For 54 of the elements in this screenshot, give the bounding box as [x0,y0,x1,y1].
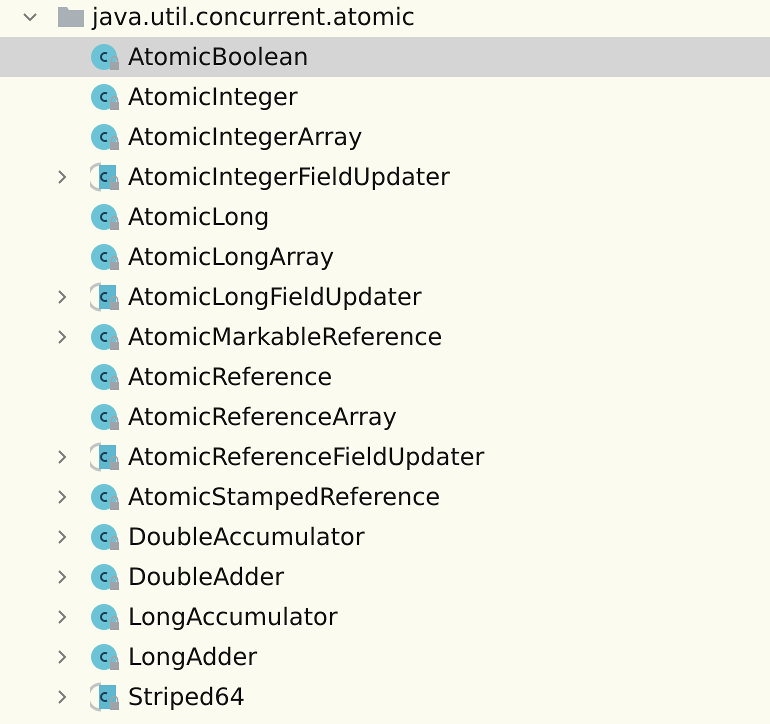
class-icon [90,602,120,632]
tree-row[interactable]: AtomicLong [0,197,770,237]
tree-row[interactable]: Striped64 [0,677,770,717]
tree-row[interactable]: AtomicReference [0,357,770,397]
node-label: AtomicLongFieldUpdater [128,282,422,313]
abstract-class-icon [90,282,120,312]
node-label: AtomicIntegerFieldUpdater [128,162,450,193]
class-icon [90,562,120,592]
abstract-class-icon [90,682,120,712]
node-label: AtomicReferenceFieldUpdater [128,442,484,473]
class-icon [90,522,120,552]
class-icon [90,42,120,72]
node-label: AtomicLong [128,202,270,233]
node-label: DoubleAccumulator [128,522,365,553]
node-label: AtomicIntegerArray [128,122,362,153]
tree-row[interactable]: AtomicReferenceFieldUpdater [0,437,770,477]
class-icon [90,322,120,352]
node-label: AtomicInteger [128,82,298,113]
class-icon [90,202,120,232]
class-icon [90,402,120,432]
node-label: Striped64 [128,682,245,713]
node-label: AtomicReference [128,362,332,393]
node-label: LongAdder [128,642,258,673]
tree-row[interactable]: AtomicMarkableReference [0,317,770,357]
node-label: AtomicBoolean [128,42,309,73]
tree-row[interactable]: AtomicLongFieldUpdater [0,277,770,317]
class-icon [90,82,120,112]
node-label: AtomicStampedReference [128,482,440,513]
class-icon [90,642,120,672]
folder-icon [58,7,84,27]
node-label: AtomicReferenceArray [128,402,397,433]
node-label: DoubleAdder [128,562,284,593]
tree-row[interactable]: AtomicIntegerFieldUpdater [0,157,770,197]
class-icon [90,122,120,152]
tree-row[interactable]: AtomicReferenceArray [0,397,770,437]
node-label: java.util.concurrent.atomic [92,2,415,33]
node-label: AtomicLongArray [128,242,334,273]
node-label: LongAccumulator [128,602,338,633]
tree-row[interactable]: AtomicInteger [0,77,770,117]
abstract-class-icon [90,162,120,192]
tree-row[interactable]: java.util.concurrent.atomic [0,0,770,37]
tree-row[interactable]: LongAdder [0,637,770,677]
tree-row[interactable]: AtomicIntegerArray [0,117,770,157]
tree-row[interactable]: AtomicLongArray [0,237,770,277]
class-icon [90,242,120,272]
tree-row[interactable]: DoubleAccumulator [0,517,770,557]
tree-row[interactable]: AtomicBoolean [0,37,770,77]
abstract-class-icon [90,442,120,472]
tree-row[interactable]: LongAccumulator [0,597,770,637]
tree-row[interactable]: AtomicStampedReference [0,477,770,517]
class-icon [90,482,120,512]
node-label: AtomicMarkableReference [128,322,442,353]
class-icon [90,362,120,392]
tree-row[interactable]: DoubleAdder [0,557,770,597]
